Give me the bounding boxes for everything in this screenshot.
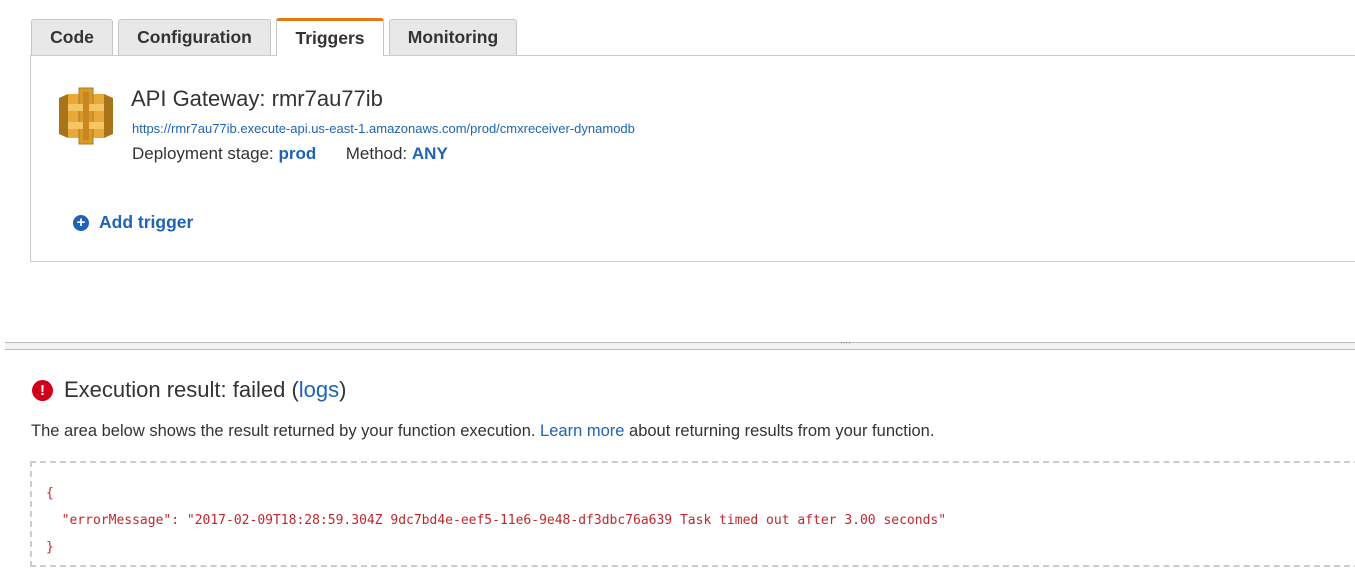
logs-link[interactable]: logs bbox=[299, 377, 339, 402]
method-label: Method: bbox=[345, 144, 408, 163]
result-line: "errorMessage": "2017-02-09T18:28:59.304… bbox=[46, 513, 947, 528]
add-trigger-label: Add trigger bbox=[99, 212, 194, 232]
execution-result-title: Execution result: failed (logs) bbox=[64, 377, 347, 402]
plus-circle-icon: + bbox=[73, 214, 89, 231]
tab-triggers[interactable]: Triggers bbox=[276, 18, 384, 56]
execution-result-header: ! Execution result: failed (logs) bbox=[32, 377, 346, 403]
tab-bar: Code Configuration Triggers Monitoring bbox=[31, 18, 522, 56]
method-value[interactable]: ANY bbox=[412, 144, 448, 163]
learn-more-link[interactable]: Learn more bbox=[540, 422, 624, 440]
result-line: } bbox=[46, 540, 54, 555]
execution-result-output: { "errorMessage": "2017-02-09T18:28:59.3… bbox=[30, 461, 1355, 567]
panel-resize-handle[interactable]: '''' bbox=[5, 342, 1355, 350]
trigger-title: API Gateway: rmr7au77ib bbox=[131, 86, 383, 111]
error-icon: ! bbox=[32, 379, 53, 401]
add-trigger-button[interactable]: + Add trigger bbox=[73, 212, 193, 233]
tab-configuration[interactable]: Configuration bbox=[118, 19, 271, 55]
triggers-panel: API Gateway: rmr7au77ib https://rmr7au77… bbox=[30, 55, 1355, 262]
result-line: { bbox=[46, 486, 54, 501]
tab-monitoring[interactable]: Monitoring bbox=[389, 19, 517, 55]
execution-result-description: The area below shows the result returned… bbox=[31, 422, 935, 440]
tab-code[interactable]: Code bbox=[31, 19, 113, 55]
deployment-stage-label: Deployment stage: bbox=[132, 144, 274, 163]
api-endpoint-link[interactable]: https://rmr7au77ib.execute-api.us-east-1… bbox=[132, 121, 635, 136]
deployment-stage-value[interactable]: prod bbox=[278, 144, 316, 163]
api-gateway-icon bbox=[59, 87, 113, 145]
result-json: { "errorMessage": "2017-02-09T18:28:59.3… bbox=[46, 480, 946, 561]
grip-icon: '''' bbox=[841, 341, 852, 350]
trigger-meta: Deployment stage: prod Method: ANY bbox=[132, 144, 448, 164]
